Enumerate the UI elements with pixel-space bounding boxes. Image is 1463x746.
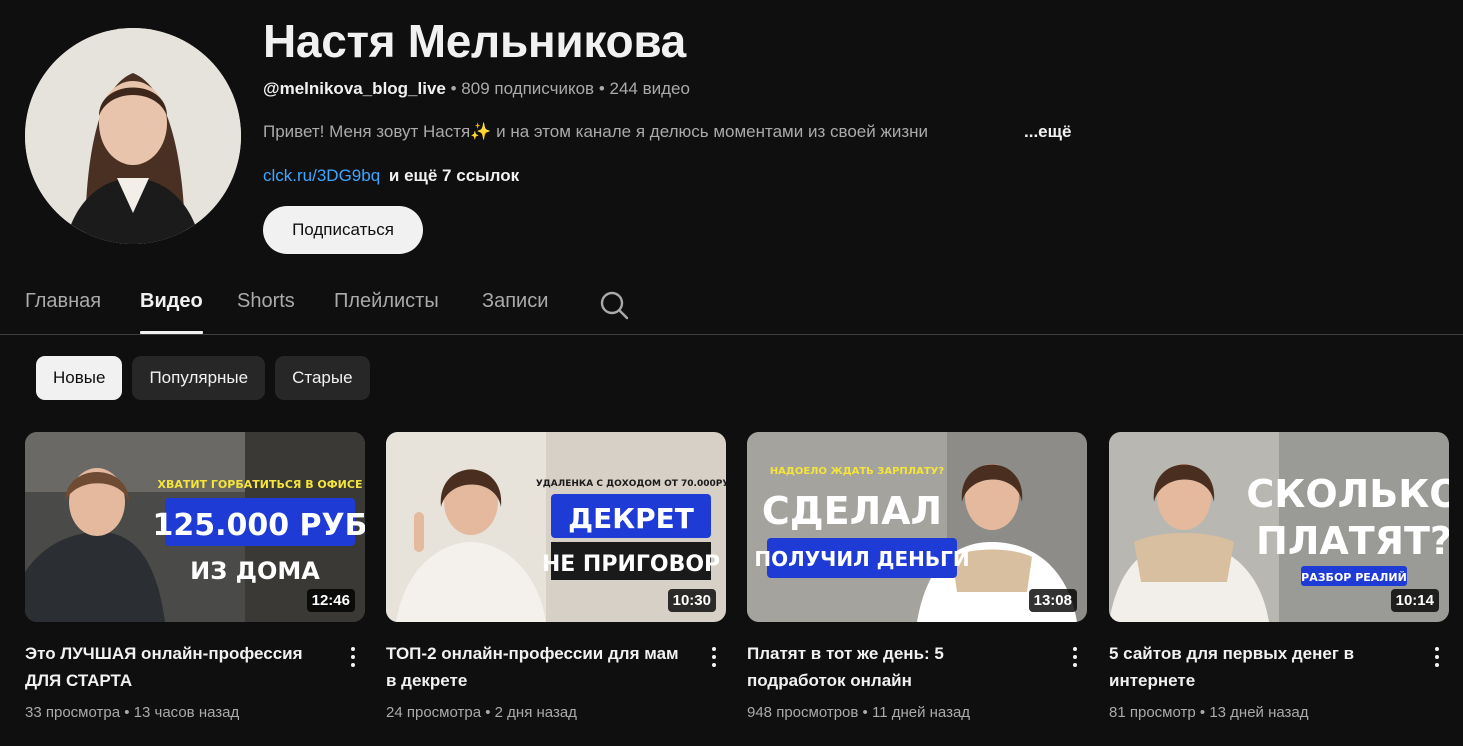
thumb-top-text: НАДОЕЛО ЖДАТЬ ЗАРПЛАТУ? bbox=[770, 466, 945, 477]
thumb-top-text: ХВАТИТ ГОРБАТИТЬСЯ В ОФИСЕ bbox=[158, 478, 363, 491]
meta-separator: • bbox=[485, 704, 491, 721]
thumb-bottom-text: НЕ ПРИГОВОР bbox=[542, 552, 720, 577]
video-duration: 12:46 bbox=[306, 589, 355, 612]
video-thumbnail[interactable]: ХВАТИТ ГОРБАТИТЬСЯ В ОФИСЕ 125.000 РУБ И… bbox=[25, 432, 365, 622]
search-icon[interactable] bbox=[598, 289, 630, 321]
channel-avatar[interactable] bbox=[25, 28, 241, 244]
more-options-icon[interactable] bbox=[704, 644, 724, 670]
tab-posts[interactable]: Записи bbox=[482, 290, 548, 335]
video-meta: 81 просмотр • 13 дней назад bbox=[1109, 704, 1309, 721]
thumb-top-text: УДАЛЕНКА С ДОХОДОМ ОТ 70.000РУБ bbox=[536, 479, 726, 489]
more-options-icon[interactable] bbox=[1065, 644, 1085, 670]
tab-shorts[interactable]: Shorts bbox=[237, 290, 295, 335]
video-title[interactable]: 5 сайтов для первых денег в интернете bbox=[1109, 640, 1409, 694]
video-title[interactable]: Это ЛУЧШАЯ онлайн-профессия ДЛЯ СТАРТА bbox=[25, 640, 325, 694]
description-more-button[interactable]: ...ещё bbox=[1024, 122, 1071, 142]
video-age: 13 часов назад bbox=[133, 704, 240, 721]
video-card[interactable]: ХВАТИТ ГОРБАТИТЬСЯ В ОФИСЕ 125.000 РУБ И… bbox=[25, 432, 365, 721]
thumb-bottom-text: ИЗ ДОМА bbox=[190, 557, 320, 585]
video-duration: 13:08 bbox=[1028, 589, 1077, 612]
more-options-icon[interactable] bbox=[343, 644, 363, 670]
video-thumbnail[interactable]: НАДОЕЛО ЖДАТЬ ЗАРПЛАТУ? СДЕЛАЛ ПОЛУЧИЛ Д… bbox=[747, 432, 1087, 622]
thumb-bottom-text: РАЗБОР РЕАЛИЙ bbox=[1301, 571, 1407, 584]
video-views: 24 просмотра bbox=[386, 704, 482, 721]
tab-playlists[interactable]: Плейлисты bbox=[334, 290, 439, 335]
more-links-button[interactable]: и ещё 7 ссылок bbox=[389, 166, 519, 185]
channel-handle: @melnikova_blog_live bbox=[263, 79, 446, 98]
channel-links: clck.ru/3DG9bq и ещё 7 ссылок bbox=[263, 166, 519, 186]
tab-videos[interactable]: Видео bbox=[140, 290, 203, 335]
thumb-main-text: 125.000 РУБ bbox=[152, 508, 365, 543]
meta-separator: • bbox=[862, 704, 868, 721]
meta-separator: • bbox=[450, 79, 457, 98]
meta-separator: • bbox=[598, 79, 605, 98]
tab-home[interactable]: Главная bbox=[25, 290, 101, 335]
chip-popular[interactable]: Популярные bbox=[132, 356, 266, 400]
subscriber-count: 809 подписчиков bbox=[461, 79, 595, 98]
chip-oldest[interactable]: Старые bbox=[275, 356, 370, 400]
video-views: 33 просмотра bbox=[25, 704, 121, 721]
video-count: 244 видео bbox=[609, 79, 690, 98]
video-thumbnail[interactable]: СКОЛЬКО ПЛАТЯТ? РАЗБОР РЕАЛИЙ 10:14 bbox=[1109, 432, 1449, 622]
channel-name: Настя Мельникова bbox=[263, 15, 686, 67]
thumb-main-text: СДЕЛАЛ bbox=[762, 489, 942, 533]
meta-separator: • bbox=[1199, 704, 1206, 721]
thumb-main-text: ДЕКРЕТ bbox=[568, 502, 694, 535]
video-title[interactable]: Платят в тот же день: 5 подработок онлай… bbox=[747, 640, 1047, 694]
channel-description[interactable]: Привет! Меня зовут Настя✨ и на этом кана… bbox=[263, 122, 1023, 142]
subscribe-button[interactable]: Подписаться bbox=[263, 206, 423, 254]
channel-tabs: Главная Видео Shorts Плейлисты Записи bbox=[0, 270, 1463, 335]
channel-meta: @melnikova_blog_live • 809 подписчиков •… bbox=[263, 79, 690, 99]
description-fade bbox=[940, 118, 1024, 146]
video-title[interactable]: ТОП-2 онлайн-профессии для мам в декрете bbox=[386, 640, 686, 694]
video-meta: 948 просмотров • 11 дней назад bbox=[747, 704, 970, 721]
more-options-icon[interactable] bbox=[1427, 644, 1447, 670]
video-card[interactable]: УДАЛЕНКА С ДОХОДОМ ОТ 70.000РУБ ДЕКРЕТ Н… bbox=[386, 432, 726, 721]
thumb-bottom-text: ПОЛУЧИЛ ДЕНЬГИ bbox=[754, 547, 969, 571]
video-duration: 10:30 bbox=[667, 589, 716, 612]
video-meta: 33 просмотра • 13 часов назад bbox=[25, 704, 239, 721]
sort-chips: Новые Популярные Старые bbox=[36, 356, 370, 400]
video-views: 948 просмотров bbox=[747, 704, 859, 721]
video-thumbnail[interactable]: УДАЛЕНКА С ДОХОДОМ ОТ 70.000РУБ ДЕКРЕТ Н… bbox=[386, 432, 726, 622]
video-card[interactable]: СКОЛЬКО ПЛАТЯТ? РАЗБОР РЕАЛИЙ 10:14 5 са… bbox=[1109, 432, 1449, 721]
chip-newest[interactable]: Новые bbox=[36, 356, 123, 400]
video-views: 81 просмотр bbox=[1109, 704, 1196, 721]
video-age: 2 дня назад bbox=[494, 704, 577, 721]
thumb-top-text: СКОЛЬКО bbox=[1246, 472, 1449, 516]
video-meta: 24 просмотра • 2 дня назад bbox=[386, 704, 577, 721]
channel-link[interactable]: clck.ru/3DG9bq bbox=[263, 166, 380, 185]
meta-separator: • bbox=[124, 704, 130, 721]
video-age: 11 дней назад bbox=[871, 704, 971, 721]
thumb-main-text: ПЛАТЯТ? bbox=[1256, 519, 1449, 563]
avatar-image bbox=[25, 28, 241, 244]
video-age: 13 дней назад bbox=[1209, 704, 1309, 721]
video-duration: 10:14 bbox=[1390, 589, 1439, 612]
video-card[interactable]: НАДОЕЛО ЖДАТЬ ЗАРПЛАТУ? СДЕЛАЛ ПОЛУЧИЛ Д… bbox=[747, 432, 1087, 721]
